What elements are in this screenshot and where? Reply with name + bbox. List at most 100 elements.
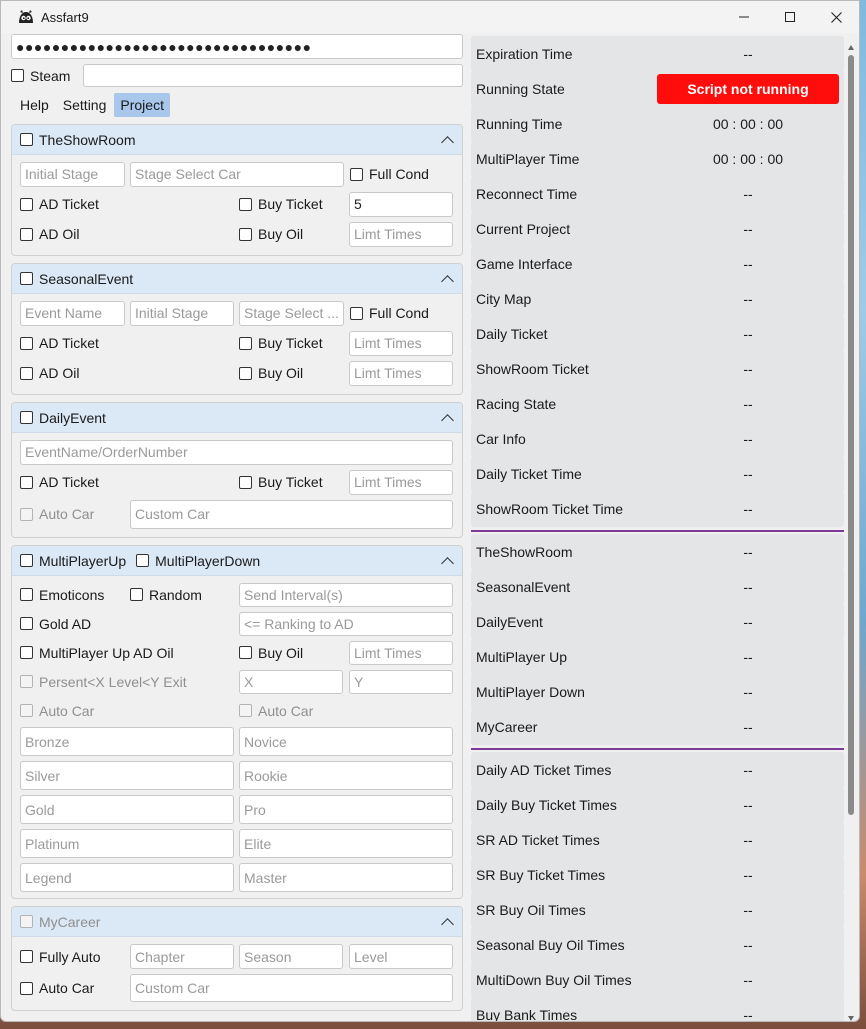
rank-novice-input[interactable]	[239, 727, 453, 756]
chevron-up-icon[interactable]	[442, 556, 452, 566]
scroll-down-arrow-icon[interactable]	[848, 1016, 854, 1021]
random-checkbox[interactable]: Random	[130, 587, 239, 603]
auto-car-down-checkbox[interactable]: Auto Car	[239, 703, 313, 719]
showroom-buy-ticket-count-input[interactable]	[349, 191, 453, 217]
daily-event-order-input[interactable]	[20, 439, 453, 465]
minimize-button[interactable]	[721, 1, 767, 33]
seasonal-buy-ticket-box[interactable]	[239, 336, 252, 350]
seasonal-initial-stage-input[interactable]	[130, 300, 234, 326]
emoticons-box[interactable]	[20, 588, 33, 601]
multiplayer-up-ad-oil-box[interactable]	[20, 646, 33, 659]
seasonal-enable-checkbox[interactable]: SeasonalEvent	[20, 271, 133, 287]
mycareer-checkbox-box[interactable]	[20, 915, 33, 928]
seasonal-ad-oil-checkbox[interactable]: AD Oil	[20, 365, 239, 381]
showroom-enable-checkbox[interactable]: TheShowRoom	[20, 132, 136, 148]
mycareer-custom-car-input[interactable]	[130, 974, 453, 1002]
rank-master-input[interactable]	[239, 863, 453, 892]
daily-custom-car-input[interactable]	[130, 499, 453, 529]
auto-car-up-box[interactable]	[20, 704, 33, 717]
chevron-up-icon[interactable]	[442, 917, 452, 927]
seasonal-buy-ticket-checkbox[interactable]: Buy Ticket	[239, 335, 349, 351]
daily-auto-car-box[interactable]	[20, 507, 33, 521]
chevron-up-icon[interactable]	[442, 135, 452, 145]
seasonal-oil-limit-input[interactable]	[349, 360, 453, 386]
steam-input[interactable]	[83, 64, 463, 87]
seasonal-buy-oil-box[interactable]	[239, 366, 252, 380]
multiplayer-up-box[interactable]	[20, 554, 33, 567]
emoticons-checkbox[interactable]: Emoticons	[20, 587, 130, 603]
multiplayer-limit-times-input[interactable]	[349, 640, 453, 665]
scroll-thumb[interactable]	[848, 55, 854, 815]
rank-rookie-input[interactable]	[239, 761, 453, 790]
mycareer-enable-checkbox[interactable]: MyCareer	[20, 914, 100, 930]
showroom-checkbox-box[interactable]	[20, 133, 33, 146]
chapter-input[interactable]	[130, 944, 234, 969]
daily-buy-ticket-checkbox[interactable]: Buy Ticket	[239, 474, 349, 490]
seasonal-ad-oil-box[interactable]	[20, 366, 33, 380]
multiplayer-down-box[interactable]	[136, 554, 150, 567]
mycareer-auto-car-box[interactable]	[20, 981, 33, 995]
x-input[interactable]	[239, 669, 343, 694]
gold-ad-box[interactable]	[20, 617, 33, 630]
tab-project[interactable]: Project	[114, 93, 170, 117]
rank-gold-input[interactable]	[20, 795, 234, 824]
showroom-buy-ticket-checkbox[interactable]: Buy Ticket	[239, 196, 349, 212]
rank-elite-input[interactable]	[239, 829, 453, 858]
random-box[interactable]	[130, 588, 143, 601]
scroll-up-arrow-icon[interactable]	[848, 45, 854, 50]
chevron-up-icon[interactable]	[442, 274, 452, 284]
gold-ad-checkbox[interactable]: Gold AD	[20, 616, 239, 632]
password-field[interactable]	[11, 34, 463, 59]
daily-ad-ticket-box[interactable]	[20, 475, 33, 489]
showroom-limit-times-input[interactable]	[349, 221, 453, 247]
steam-checkbox[interactable]: Steam	[11, 68, 70, 84]
seasonal-ad-ticket-box[interactable]	[20, 336, 33, 350]
auto-car-down-box[interactable]	[239, 704, 252, 717]
tab-help[interactable]: Help	[14, 93, 55, 117]
daily-auto-car-checkbox[interactable]: Auto Car	[20, 506, 130, 522]
multiplayer-buy-oil-checkbox[interactable]: Buy Oil	[239, 645, 349, 661]
send-interval-input[interactable]	[239, 582, 453, 607]
persent-exit-checkbox[interactable]: Persent<X Level<Y Exit	[20, 674, 239, 690]
auto-car-up-checkbox[interactable]: Auto Car	[20, 703, 239, 719]
y-input[interactable]	[349, 669, 453, 694]
seasonal-stage-select-input[interactable]	[239, 300, 344, 326]
showroom-buy-ticket-box[interactable]	[239, 197, 252, 211]
daily-buy-ticket-box[interactable]	[239, 475, 252, 489]
showroom-ad-oil-box[interactable]	[20, 227, 33, 241]
seasonal-event-name-input[interactable]	[20, 300, 125, 326]
rank-bronze-input[interactable]	[20, 727, 234, 756]
seasonal-ticket-limit-input[interactable]	[349, 330, 453, 356]
seasonal-full-cond-checkbox[interactable]: Full Cond	[350, 305, 429, 321]
mycareer-auto-car-checkbox[interactable]: Auto Car	[20, 980, 130, 996]
showroom-ad-ticket-box[interactable]	[20, 197, 33, 211]
fully-auto-box[interactable]	[20, 950, 33, 963]
multiplayer-down-checkbox[interactable]: MultiPlayerDown	[136, 553, 260, 569]
multiplayer-up-checkbox[interactable]: MultiPlayerUp	[20, 553, 126, 569]
steam-checkbox-box[interactable]	[11, 69, 24, 82]
showroom-ad-oil-checkbox[interactable]: AD Oil	[20, 226, 239, 242]
showroom-buy-oil-box[interactable]	[239, 227, 252, 241]
ranking-to-ad-input[interactable]	[239, 611, 453, 636]
daily-enable-checkbox[interactable]: DailyEvent	[20, 410, 106, 426]
vertical-scrollbar[interactable]	[847, 45, 855, 1021]
seasonal-full-cond-box[interactable]	[350, 306, 363, 320]
rank-silver-input[interactable]	[20, 761, 234, 790]
daily-checkbox-box[interactable]	[20, 411, 33, 424]
multiplayer-buy-oil-box[interactable]	[239, 646, 252, 659]
showroom-stage-select-car-input[interactable]	[130, 161, 344, 187]
showroom-ad-ticket-checkbox[interactable]: AD Ticket	[20, 196, 239, 212]
close-button[interactable]	[813, 1, 859, 33]
showroom-full-cond-checkbox[interactable]: Full Cond	[350, 166, 429, 182]
seasonal-ad-ticket-checkbox[interactable]: AD Ticket	[20, 335, 239, 351]
chevron-up-icon[interactable]	[442, 413, 452, 423]
seasonal-buy-oil-checkbox[interactable]: Buy Oil	[239, 365, 349, 381]
rank-platinum-input[interactable]	[20, 829, 234, 858]
level-input[interactable]	[349, 944, 453, 969]
multiplayer-up-ad-oil-checkbox[interactable]: MultiPlayer Up AD Oil	[20, 645, 239, 661]
showroom-initial-stage-input[interactable]	[20, 161, 125, 187]
season-input[interactable]	[239, 944, 343, 969]
showroom-buy-oil-checkbox[interactable]: Buy Oil	[239, 226, 349, 242]
daily-ad-ticket-checkbox[interactable]: AD Ticket	[20, 474, 239, 490]
tab-setting[interactable]: Setting	[57, 93, 113, 117]
